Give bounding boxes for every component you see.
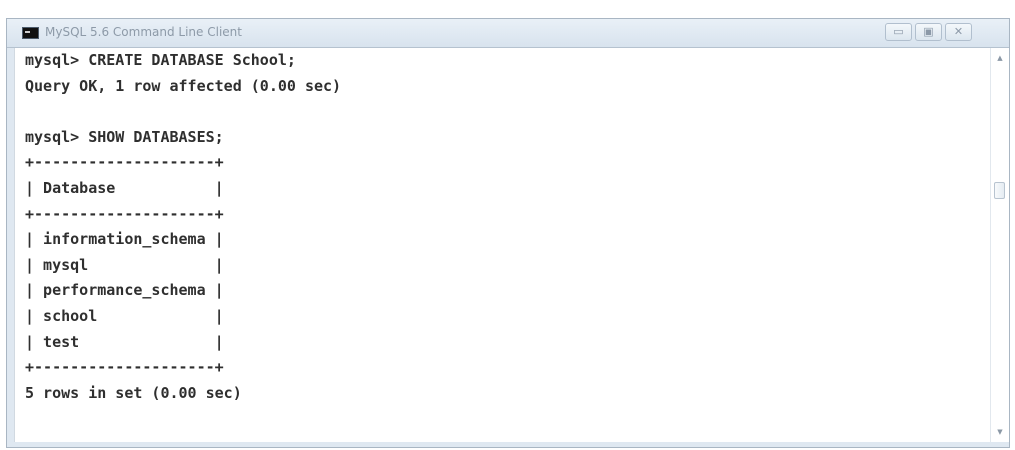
window-title: MySQL 5.6 Command Line Client <box>45 25 242 39</box>
maximize-button[interactable]: ▣ <box>915 23 942 41</box>
minimize-icon: ▭ <box>893 25 904 38</box>
window-titlebar[interactable]: MySQL 5.6 Command Line Client ▭ ▣ ✕ <box>7 19 1009 48</box>
maximize-icon: ▣ <box>923 25 934 38</box>
console-icon <box>22 27 39 39</box>
console-output-text: mysql> CREATE DATABASE School; Query OK,… <box>25 51 342 402</box>
minimize-button[interactable]: ▭ <box>885 23 912 41</box>
console-output-area[interactable]: mysql> CREATE DATABASE School; Query OK,… <box>14 48 991 442</box>
scrollbar-thumb[interactable] <box>994 182 1005 199</box>
close-button[interactable]: ✕ <box>945 23 972 41</box>
mysql-command-line-window: MySQL 5.6 Command Line Client ▭ ▣ ✕ mysq… <box>6 18 1010 448</box>
vertical-scrollbar[interactable]: ▲ ▼ <box>990 48 1009 442</box>
scroll-up-arrow[interactable]: ▲ <box>991 50 1009 66</box>
scroll-down-arrow[interactable]: ▼ <box>991 424 1009 440</box>
close-icon: ✕ <box>953 25 964 38</box>
